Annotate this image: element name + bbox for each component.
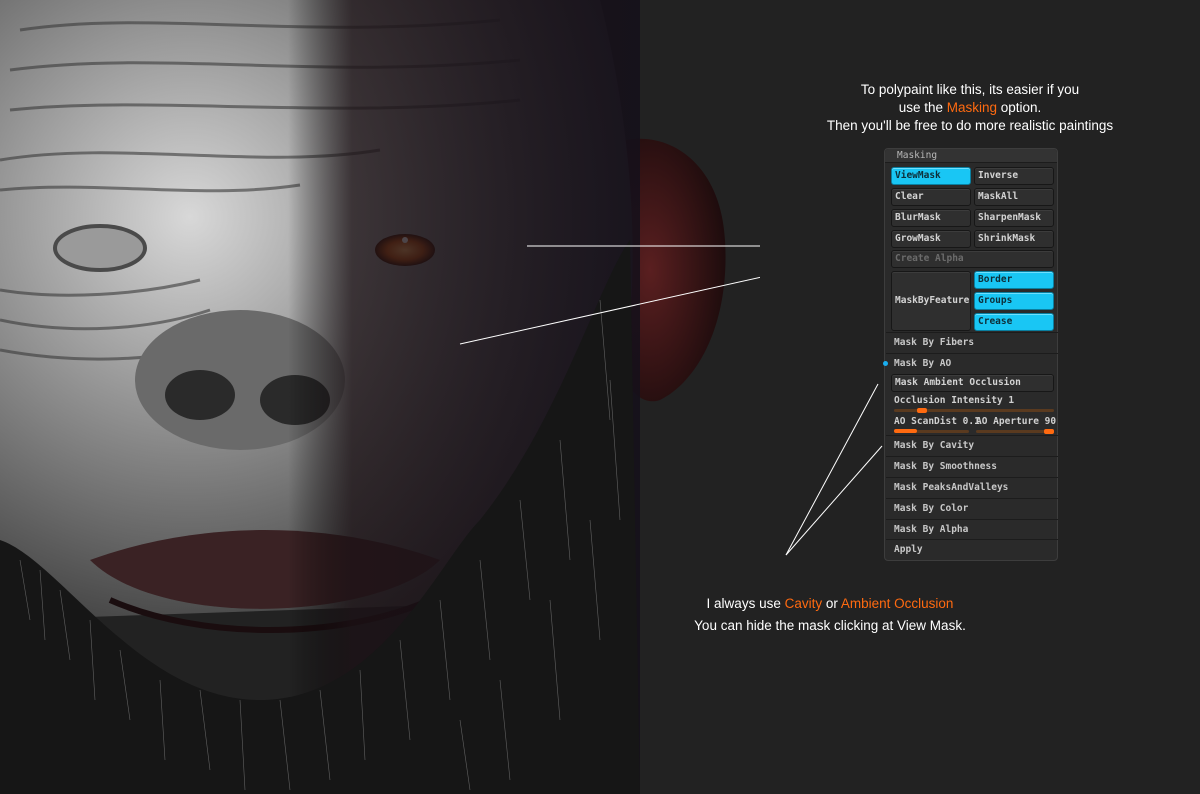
blurmask-button[interactable]: BlurMask — [891, 209, 971, 227]
viewmask-button[interactable]: ViewMask — [891, 167, 971, 185]
note-line: I always use Cavity or Ambient Occlusion — [680, 595, 980, 613]
note-line: Then you'll be free to do more realistic… — [826, 118, 1114, 133]
note-line: You can hide the mask clicking at View M… — [694, 618, 966, 633]
mask-by-alpha-row[interactable]: Mask By Alpha — [886, 519, 1058, 539]
mask-peaks-valleys-row[interactable]: Mask PeaksAndValleys — [886, 477, 1058, 497]
panel-title[interactable]: Masking — [885, 149, 1057, 163]
note-line: To polypaint like this, its easier if yo… — [860, 82, 1080, 97]
ao-aperture-handle[interactable] — [1044, 429, 1054, 434]
masking-highlight: Masking — [946, 100, 998, 115]
sharpenmask-button[interactable]: SharpenMask — [974, 209, 1054, 227]
mask-ambient-occlusion-button[interactable]: Mask Ambient Occlusion — [891, 374, 1054, 392]
mask-by-color-row[interactable]: Mask By Color — [886, 498, 1058, 518]
masking-tip-note: To polypaint like this, its easier if yo… — [820, 81, 1120, 135]
growmask-button[interactable]: GrowMask — [891, 230, 971, 248]
masking-panel: Masking ViewMask Inverse Clear MaskAll B… — [883, 148, 1058, 561]
ao-aperture-label: AO Aperture 90 — [976, 416, 1056, 427]
mask-by-ao-row[interactable]: Mask By AO — [883, 353, 1058, 373]
border-toggle[interactable]: Border — [974, 271, 1054, 289]
maskall-button[interactable]: MaskAll — [974, 188, 1054, 206]
active-indicator-dot — [883, 361, 888, 366]
gorilla-sculpt-render — [0, 0, 760, 794]
mask-by-ao-label: Mask By AO — [894, 358, 952, 369]
note-text: option. — [997, 100, 1042, 115]
create-alpha-button[interactable]: Create Alpha — [891, 250, 1054, 268]
crease-toggle[interactable]: Crease — [974, 313, 1054, 331]
ambient-occlusion-highlight: Ambient Occlusion — [840, 596, 954, 611]
mask-by-smoothness-row[interactable]: Mask By Smoothness — [886, 456, 1058, 476]
note-line: use the Masking option. — [820, 99, 1120, 117]
callout-lines — [785, 383, 883, 556]
ao-aperture-slider[interactable] — [976, 430, 1054, 433]
mask-by-cavity-row[interactable]: Mask By Cavity — [886, 435, 1058, 455]
groups-toggle[interactable]: Groups — [974, 292, 1054, 310]
note-text: use the — [898, 100, 947, 115]
maskbyfeature-button[interactable]: MaskByFeature — [891, 271, 971, 331]
ao-scandist-label: AO ScanDist 0.1 — [894, 416, 980, 427]
clear-button[interactable]: Clear — [891, 188, 971, 206]
shrinkmask-button[interactable]: ShrinkMask — [974, 230, 1054, 248]
note-text: or — [822, 596, 841, 611]
apply-row[interactable]: Apply — [886, 539, 1058, 559]
occlusion-intensity-label: Occlusion Intensity 1 — [894, 395, 1015, 406]
occlusion-intensity-handle[interactable] — [916, 408, 927, 413]
cavity-highlight: Cavity — [784, 596, 823, 611]
cavity-ao-tip-note: I always use Cavity or Ambient Occlusion… — [680, 595, 980, 635]
inverse-button[interactable]: Inverse — [974, 167, 1054, 185]
mask-by-fibers-row[interactable]: Mask By Fibers — [886, 332, 1058, 352]
note-text: I always use — [706, 596, 785, 611]
ao-scandist-fill — [894, 429, 917, 433]
